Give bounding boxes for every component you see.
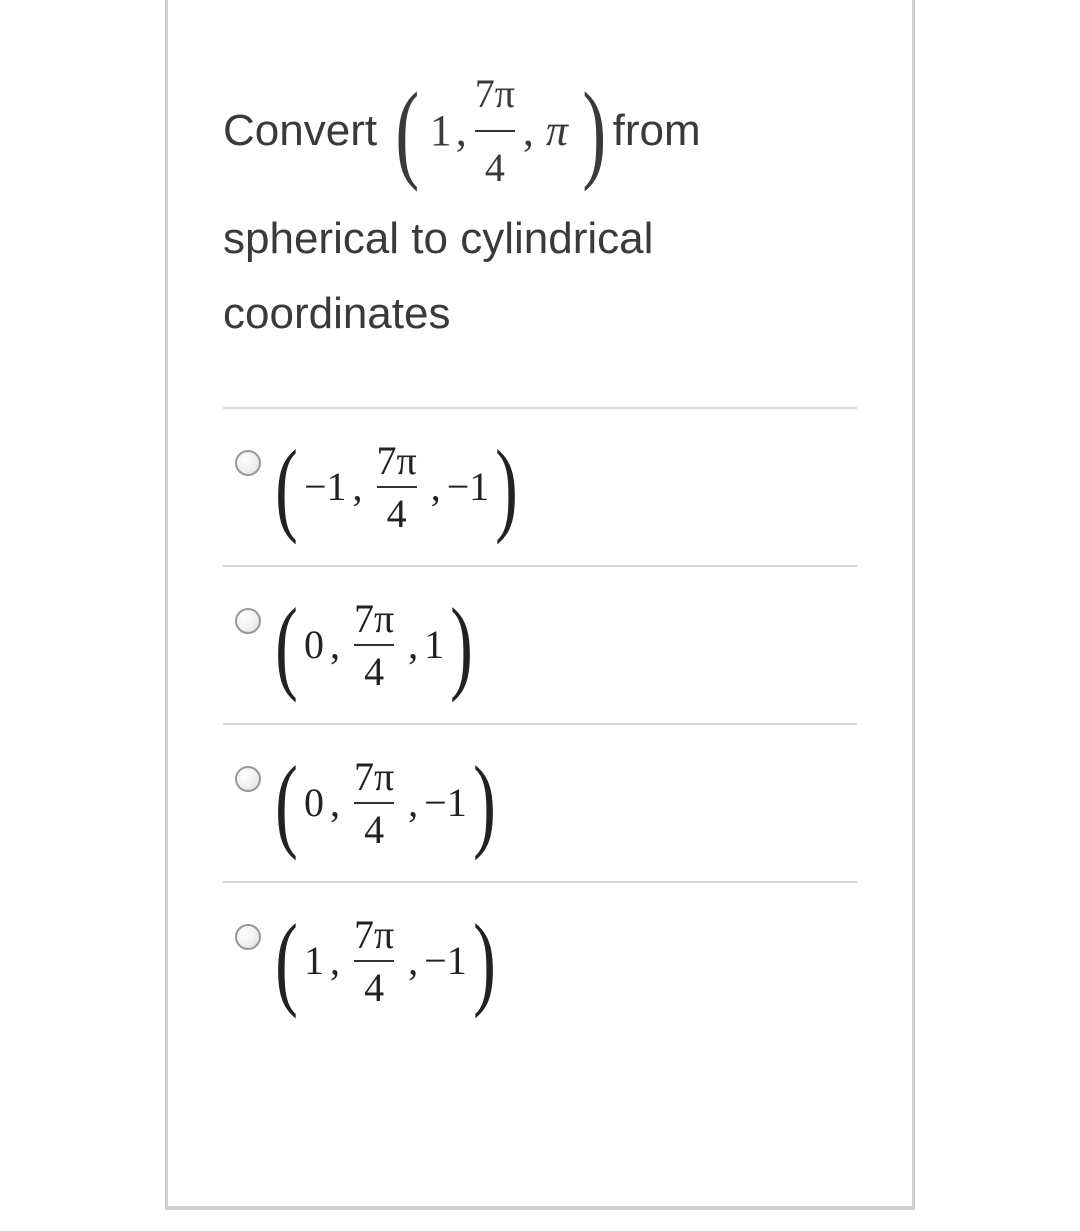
option-b-num: 7π bbox=[373, 437, 421, 486]
question-suffix1: from bbox=[613, 94, 701, 169]
option-b-num: 7π bbox=[350, 911, 398, 960]
option-b-num: 7π bbox=[350, 753, 398, 802]
option-row[interactable]: ( 0 , 7π 4 , −1 ) bbox=[223, 723, 857, 881]
options-list: ( −1 , 7π 4 , −1 ) ( 0 , 7π 4 bbox=[223, 407, 857, 1039]
option-fraction: 7π 4 bbox=[350, 753, 398, 853]
option-a: 0 bbox=[304, 621, 324, 668]
left-paren-icon: ( bbox=[275, 916, 298, 1005]
option-row[interactable]: ( −1 , 7π 4 , −1 ) bbox=[223, 407, 857, 565]
option-c: −1 bbox=[424, 779, 467, 826]
left-paren-icon: ( bbox=[275, 758, 298, 847]
option-math: ( 0 , 7π 4 , 1 ) bbox=[269, 595, 479, 695]
option-b-num: 7π bbox=[350, 595, 398, 644]
question-line-3: coordinates bbox=[223, 277, 857, 352]
option-math: ( 1 , 7π 4 , −1 ) bbox=[269, 911, 502, 1011]
right-paren-icon: ) bbox=[473, 758, 496, 847]
left-paren-icon: ( bbox=[275, 442, 298, 531]
left-paren-icon: ( bbox=[395, 87, 419, 175]
option-a: −1 bbox=[304, 463, 347, 510]
left-paren-icon: ( bbox=[275, 600, 298, 689]
option-a: 1 bbox=[304, 937, 324, 984]
question-text: Convert ( 1 , 7π 4 , π ) from spherical … bbox=[223, 60, 857, 352]
question-container: Convert ( 1 , 7π 4 , π ) from spherical … bbox=[165, 0, 915, 1210]
option-a: 0 bbox=[304, 779, 324, 826]
option-fraction: 7π 4 bbox=[350, 911, 398, 1011]
right-paren-icon: ) bbox=[582, 87, 606, 175]
option-row[interactable]: ( 1 , 7π 4 , −1 ) bbox=[223, 881, 857, 1039]
option-c: 1 bbox=[424, 621, 444, 668]
option-b-den: 4 bbox=[354, 644, 394, 695]
radio-icon[interactable] bbox=[235, 924, 261, 950]
radio-icon[interactable] bbox=[235, 766, 261, 792]
option-row[interactable]: ( 0 , 7π 4 , 1 ) bbox=[223, 565, 857, 723]
tuple-a: 1 bbox=[430, 94, 452, 169]
option-math: ( 0 , 7π 4 , −1 ) bbox=[269, 753, 502, 853]
option-math: ( −1 , 7π 4 , −1 ) bbox=[269, 437, 524, 537]
question-line-1: Convert ( 1 , 7π 4 , π ) from bbox=[223, 60, 857, 202]
tuple-b-num: 7π bbox=[471, 60, 519, 130]
option-fraction: 7π 4 bbox=[350, 595, 398, 695]
option-c: −1 bbox=[447, 463, 490, 510]
option-b-den: 4 bbox=[354, 960, 394, 1011]
radio-icon[interactable] bbox=[235, 450, 261, 476]
option-c: −1 bbox=[424, 937, 467, 984]
tuple-c: π bbox=[546, 94, 568, 169]
radio-icon[interactable] bbox=[235, 608, 261, 634]
option-b-den: 4 bbox=[377, 486, 417, 537]
tuple-b-den: 4 bbox=[475, 130, 515, 202]
question-prefix: Convert bbox=[223, 94, 377, 169]
question-line-2: spherical to cylindrical bbox=[223, 202, 857, 277]
option-b-den: 4 bbox=[354, 802, 394, 853]
right-paren-icon: ) bbox=[473, 916, 496, 1005]
tuple-b-fraction: 7π 4 bbox=[471, 60, 519, 202]
right-paren-icon: ) bbox=[450, 600, 473, 689]
right-paren-icon: ) bbox=[495, 442, 518, 531]
question-tuple: ( 1 , 7π 4 , π ) bbox=[389, 60, 613, 202]
option-fraction: 7π 4 bbox=[373, 437, 421, 537]
